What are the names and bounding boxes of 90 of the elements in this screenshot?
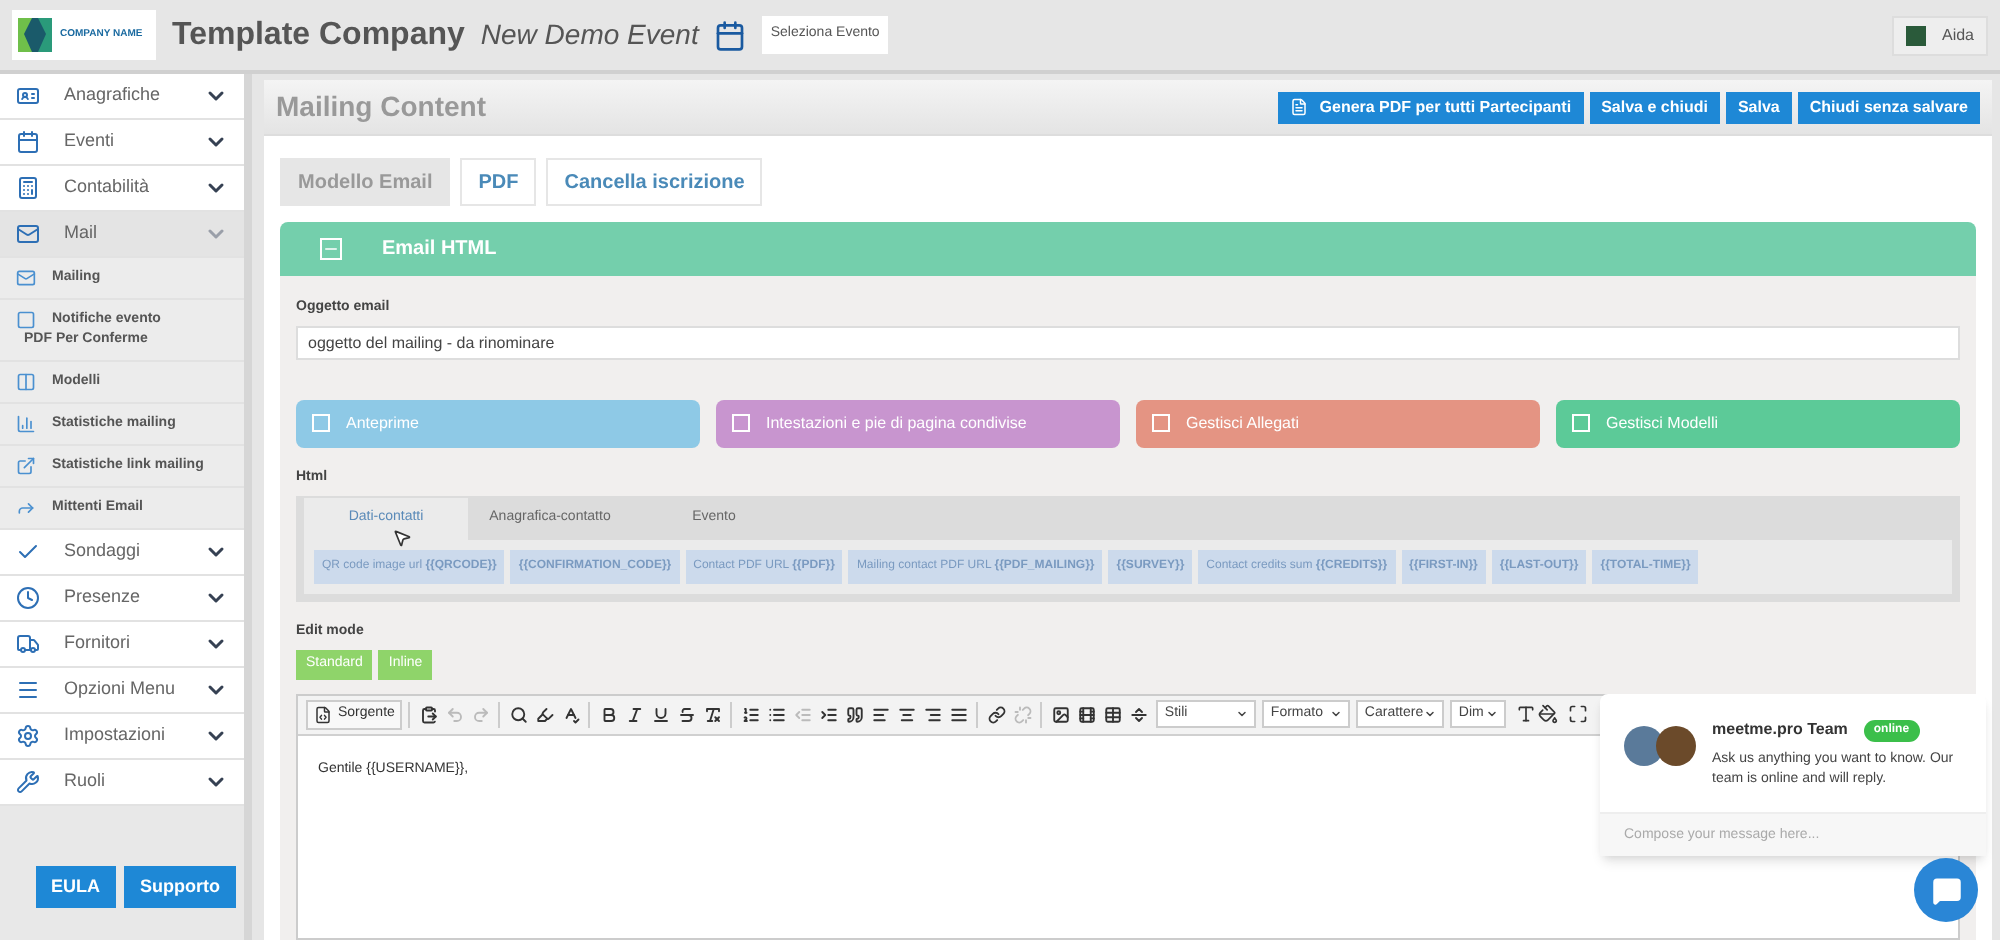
checkbox[interactable] <box>312 414 330 432</box>
action-button[interactable]: Salva <box>1725 91 1792 123</box>
checkbox[interactable] <box>732 414 750 432</box>
search-icon <box>509 705 528 723</box>
sidebar-item[interactable]: Opzioni Menu <box>0 668 244 714</box>
justify-icon <box>949 705 968 723</box>
highlighter-icon <box>535 705 554 723</box>
user-avatar-icon <box>1905 25 1926 45</box>
tools-icon <box>16 770 40 794</box>
truck-icon <box>16 632 40 656</box>
film-icon <box>1077 705 1096 723</box>
underline-icon <box>651 705 670 723</box>
avatar-icon <box>1656 726 1696 766</box>
sidebar-item[interactable]: Impostazioni <box>0 714 244 760</box>
sidebar-item[interactable]: Ruoli <box>0 760 244 806</box>
cursor-icon <box>392 528 412 548</box>
sidebar-item[interactable]: Anagrafiche <box>0 74 244 120</box>
strikethrough-icon <box>677 705 696 723</box>
background-color-icon[interactable] <box>1538 704 1559 724</box>
avatar-icon <box>1624 726 1664 766</box>
caret-icon <box>1486 708 1499 720</box>
action-button[interactable]: Chiudi senza salvare <box>1797 91 1980 123</box>
company-name: Template Company <box>172 15 465 55</box>
numbered-list-icon <box>741 705 760 723</box>
action-button[interactable]: Genera PDF per tutti Partecipanti <box>1277 91 1584 123</box>
unlink-icon <box>1013 705 1032 723</box>
bold-icon <box>599 705 618 723</box>
envelope-icon <box>16 222 40 246</box>
chat-bubble-icon <box>1931 875 1961 905</box>
action-button[interactable]: Salva e chiudi <box>1589 91 1720 123</box>
logo-mark-icon <box>18 18 52 52</box>
caret-icon <box>1330 708 1343 720</box>
maximize-icon[interactable] <box>1568 704 1589 724</box>
footer-button[interactable]: EULA <box>35 865 116 908</box>
id-card-icon <box>16 84 40 108</box>
caret-icon <box>1424 708 1437 720</box>
menu-icon <box>16 678 40 702</box>
remove-format-icon <box>703 705 722 723</box>
quote-icon <box>845 705 864 723</box>
spellcheck-icon <box>561 705 580 723</box>
sidebar-item[interactable]: Sondaggi <box>0 530 244 576</box>
indent-icon <box>819 705 838 723</box>
panel-toggle[interactable]: Intestazioni e pie di pagina condivise <box>716 399 1120 447</box>
clock-icon <box>16 586 40 610</box>
checkmark-icon <box>16 540 40 564</box>
footer-button[interactable]: Supporto <box>124 865 236 908</box>
columns-icon <box>16 372 36 392</box>
sidebar-item[interactable]: Contabilità <box>0 166 244 212</box>
calendar-icon[interactable] <box>714 19 747 51</box>
settings-icon <box>16 724 40 748</box>
table-icon <box>1103 705 1122 723</box>
undo-icon <box>445 705 464 723</box>
checkbox[interactable] <box>1152 414 1170 432</box>
bullet-list-icon <box>767 705 786 723</box>
envelope-icon <box>16 268 36 288</box>
sidebar-item[interactable]: Fornitori <box>0 622 244 668</box>
sidebar-item[interactable]: Eventi <box>0 120 244 166</box>
calculator-icon <box>16 176 40 200</box>
panel-toggle[interactable]: Gestisci Allegati <box>1136 399 1540 447</box>
sidebar-item[interactable]: Mail <box>0 212 244 258</box>
link-icon <box>987 705 1006 723</box>
align-center-icon <box>897 705 916 723</box>
square-icon <box>16 310 36 330</box>
tab[interactable]: PDF <box>460 158 537 206</box>
horizontal-rule-icon <box>1129 705 1148 723</box>
image-icon <box>1051 705 1070 723</box>
tab[interactable]: Modello Email <box>280 158 451 206</box>
subject-field[interactable]: oggetto del mailing - da rinominare <box>296 325 1960 359</box>
external-link-icon <box>16 456 36 476</box>
text-color-icon[interactable] <box>1516 704 1537 724</box>
outdent-icon <box>793 705 812 723</box>
pdf-icon <box>1289 98 1308 116</box>
sidebar-item[interactable]: Presenze <box>0 576 244 622</box>
calendar-icon <box>16 130 40 154</box>
page-title: Mailing Content <box>276 88 486 126</box>
chat-team-name: meetme.pro Team <box>1712 718 1848 742</box>
italic-icon <box>625 705 644 723</box>
redo-icon <box>471 705 490 723</box>
forward-arrow-icon <box>16 498 36 518</box>
source-icon <box>314 705 332 723</box>
chart-icon <box>16 414 36 434</box>
tab[interactable]: Cancella iscrizione <box>546 158 763 206</box>
user-button[interactable]: Aida <box>1891 15 1988 55</box>
align-right-icon <box>923 705 942 723</box>
section-header: Email HTML <box>280 222 1976 276</box>
event-name: New Demo Event <box>480 16 699 54</box>
caret-icon <box>1236 708 1249 720</box>
checkbox[interactable] <box>1572 414 1590 432</box>
align-left-icon <box>871 705 890 723</box>
paste-icon <box>419 705 438 723</box>
